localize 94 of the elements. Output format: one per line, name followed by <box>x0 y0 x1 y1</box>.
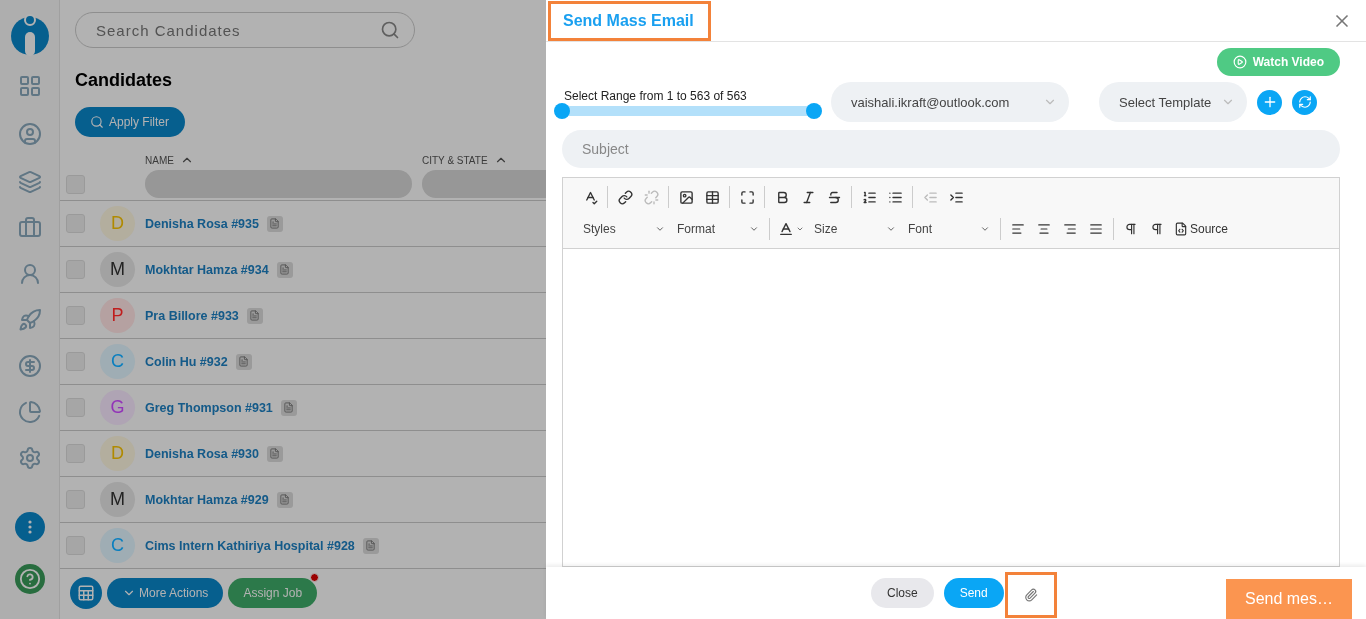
source-button[interactable]: Source <box>1171 218 1232 240</box>
paperclip-icon <box>1023 588 1038 602</box>
italic-icon <box>800 189 816 205</box>
align-left-icon <box>1011 222 1025 236</box>
watch-video-button[interactable]: Watch Video <box>1216 48 1340 76</box>
justify-icon <box>1089 222 1103 236</box>
caret-icon <box>980 224 990 234</box>
checkbox[interactable] <box>66 398 85 417</box>
more-button[interactable] <box>14 512 45 542</box>
checkbox[interactable] <box>66 306 85 325</box>
range-label: Select Range from 1 to 563 of 563 <box>564 88 748 103</box>
help-icon <box>18 568 41 590</box>
candidate-link[interactable]: Denisha Rosa #935 <box>145 216 259 231</box>
attach-button[interactable] <box>1004 572 1057 618</box>
checkbox[interactable] <box>66 536 85 555</box>
checkbox[interactable] <box>66 490 85 509</box>
code-file-icon <box>1174 222 1188 236</box>
document-icon[interactable] <box>246 307 263 324</box>
vertical-dots-icon <box>27 520 32 534</box>
avatar: D <box>100 206 135 241</box>
document-icon[interactable] <box>280 399 297 416</box>
pilcrow-icon <box>1150 222 1164 236</box>
avatar: D <box>100 436 135 471</box>
caret-icon <box>796 225 804 233</box>
checkbox[interactable] <box>66 352 85 371</box>
add-button[interactable] <box>1257 89 1282 115</box>
candidate-link[interactable]: Mokhtar Hamza #934 <box>145 262 269 277</box>
spreadsheet-icon <box>77 584 95 602</box>
candidate-link[interactable]: Colin Hu #932 <box>145 354 228 369</box>
align-center-icon <box>1037 222 1051 236</box>
table-icon <box>704 189 720 205</box>
excel-button[interactable] <box>70 577 102 609</box>
slider-thumb[interactable] <box>554 102 570 119</box>
caret-icon <box>749 224 759 234</box>
candidate-link[interactable]: Greg Thompson #931 <box>145 400 273 415</box>
document-icon[interactable] <box>266 445 283 462</box>
format-dropdown[interactable]: Size <box>809 218 901 240</box>
bullet-list-icon <box>887 189 903 205</box>
outdent-icon <box>922 189 938 205</box>
caret-icon <box>886 224 896 234</box>
avatar: G <box>100 390 135 425</box>
refresh-button[interactable] <box>1292 89 1317 115</box>
template-dropdown[interactable]: Select Template <box>1099 82 1247 122</box>
search-icon <box>90 115 104 129</box>
checkbox[interactable] <box>66 260 85 279</box>
link-icon <box>617 189 633 205</box>
avatar: M <box>100 482 135 517</box>
search-icon <box>380 20 400 40</box>
document-icon[interactable] <box>266 215 283 232</box>
notification-dot <box>310 573 320 582</box>
document-icon[interactable] <box>235 353 252 370</box>
sender-dropdown[interactable]: vaishali.ikraft@outlook.com <box>831 82 1069 122</box>
avatar: C <box>100 528 135 563</box>
document-icon[interactable] <box>276 261 293 278</box>
candidate-link[interactable]: Cims Intern Kathiriya Hospital #928 <box>145 538 355 553</box>
more-actions-button[interactable]: More Actions <box>107 578 224 608</box>
help-button[interactable] <box>14 564 45 594</box>
format-dropdown[interactable]: Styles <box>578 218 670 240</box>
image-icon <box>678 189 694 205</box>
avatar: C <box>100 344 135 379</box>
format-dropdown[interactable]: Font <box>903 218 995 240</box>
play-icon <box>1232 55 1247 69</box>
candidate-link[interactable]: Denisha Rosa #930 <box>145 446 259 461</box>
refresh-icon <box>1297 95 1312 109</box>
close-button[interactable]: Close <box>871 578 934 608</box>
panel-title: Send Mass Email <box>548 0 711 41</box>
indent-icon <box>948 189 964 205</box>
checkbox[interactable] <box>66 214 85 233</box>
maximize-icon <box>739 189 755 205</box>
page-title: Candidates <box>75 70 174 91</box>
assign-job-button[interactable]: Assign Job <box>228 578 318 608</box>
checkbox[interactable] <box>66 175 85 194</box>
numbered-list-icon <box>861 189 877 205</box>
avatar: M <box>100 252 135 287</box>
apply-filter-button[interactable]: Apply Filter <box>75 107 185 137</box>
checkbox[interactable] <box>66 444 85 463</box>
document-icon[interactable] <box>362 537 379 554</box>
broken-link-icon <box>643 189 659 205</box>
pilcrow-icon <box>1124 222 1138 236</box>
format-dropdown[interactable]: Format <box>672 218 764 240</box>
subject-field[interactable]: Subject <box>562 130 1340 168</box>
candidate-link[interactable]: Pra Billore #933 <box>145 308 239 323</box>
column-header[interactable]: NAME <box>145 153 422 167</box>
caret-icon <box>655 224 665 234</box>
align-right-icon <box>1063 222 1077 236</box>
avatar: P <box>100 298 135 333</box>
candidate-link[interactable]: Mokhtar Hamza #929 <box>145 492 269 507</box>
strikethrough-icon <box>826 189 842 205</box>
send-button[interactable]: Send <box>943 578 1004 608</box>
slider-thumb[interactable] <box>806 102 822 119</box>
text-color-icon <box>778 221 794 237</box>
callout-label: Send mes… <box>1226 579 1352 619</box>
document-icon[interactable] <box>276 491 293 508</box>
email-editor[interactable]: Styles Format Size Font Source <box>562 177 1340 567</box>
